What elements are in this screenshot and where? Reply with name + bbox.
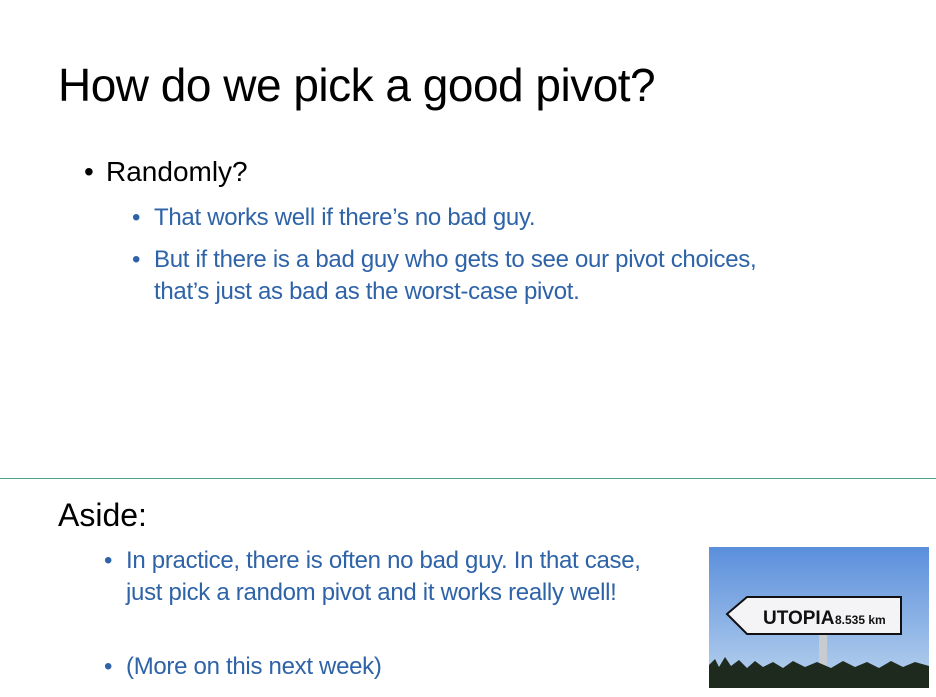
bullet-dot: • — [84, 156, 94, 187]
bullet-dot: • — [132, 246, 141, 273]
utopia-sign-image: UTOPIA 8.535 km — [709, 547, 929, 688]
slide-title: How do we pick a good pivot? — [58, 59, 656, 111]
aside-bullet: • (More on this next week) — [104, 651, 671, 683]
aside-bullet-text: (More on this next week) — [126, 653, 382, 680]
sub-bullet: • That works well if there’s no bad guy. — [132, 202, 854, 234]
bullet-text: Randomly? — [106, 156, 248, 187]
sub-bullet-text: That works well if there’s no bad guy. — [154, 204, 536, 231]
sign-text: UTOPIA — [763, 608, 835, 629]
bullet-dot: • — [132, 204, 141, 231]
sub-bullet: • But if there is a bad guy who gets to … — [132, 244, 814, 308]
aside-heading: Aside: — [58, 497, 147, 533]
sign-distance: 8.535 km — [835, 613, 886, 627]
bullet-dot: • — [104, 653, 113, 680]
bullet-dot: • — [104, 547, 113, 574]
bullet-randomly: • Randomly? — [84, 156, 248, 188]
aside-bullet-text: In practice, there is often no bad guy. … — [126, 547, 641, 606]
divider-line — [0, 478, 936, 479]
sub-bullet-text: But if there is a bad guy who gets to se… — [154, 246, 757, 305]
aside-bullet: • In practice, there is often no bad guy… — [104, 545, 671, 609]
